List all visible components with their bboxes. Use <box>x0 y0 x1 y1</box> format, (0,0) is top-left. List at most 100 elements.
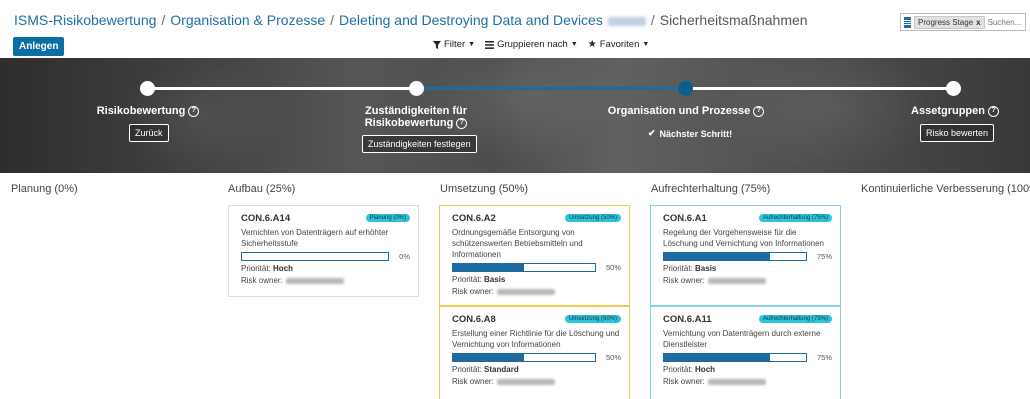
risk-owner: Risk owner: <box>452 287 621 296</box>
help-icon[interactable]: ? <box>753 105 765 117</box>
stage-badge: Umsetzung (50%) <box>564 315 621 323</box>
card-code: CON.6.A1 <box>663 212 707 224</box>
next-step-status: ✔ Nächster Schritt! <box>648 128 732 139</box>
stage-badge: Planung (0%) <box>365 214 410 222</box>
help-icon[interactable]: ? <box>987 105 999 117</box>
priority: Priorität: Basis <box>663 264 832 273</box>
priority-label: Priorität: <box>452 275 482 284</box>
progress-banner: Risikobewertung ? Zurück Zuständigkeiten… <box>0 58 1030 173</box>
progress-bar <box>241 252 390 261</box>
rate-risk-button[interactable]: Risko bewerten <box>920 124 995 142</box>
group-by-label: Gruppieren nach <box>497 39 568 50</box>
owner-label: Risk owner: <box>452 377 494 386</box>
step-dot-1 <box>140 81 155 96</box>
column-title-setup: Aufbau (25%) <box>228 183 296 195</box>
redacted-owner <box>707 378 766 385</box>
priority-label: Priorität: <box>663 365 693 374</box>
risk-owner: Risk owner: <box>663 276 832 285</box>
progress-fill <box>664 253 771 260</box>
breadcrumb-separator: / <box>650 12 655 28</box>
redacted-owner <box>496 288 555 295</box>
progress-row: 75% <box>663 353 832 362</box>
step-title: Assetgruppen <box>911 105 985 117</box>
step-label-risk-assessment: Risikobewertung ? <box>88 105 208 117</box>
card-description: Erstellung einer Richtlinie für die Lösc… <box>452 329 620 349</box>
priority-label: Priorität: <box>241 264 271 273</box>
set-responsibilities-button[interactable]: Zuständigkeiten festlegen <box>362 135 477 153</box>
progress-track-done <box>148 87 416 90</box>
breadcrumb-item-organisation[interactable]: Organisation & Prozesse <box>170 12 325 28</box>
progress-bar <box>663 252 807 261</box>
stage-badge: Umsetzung (50%) <box>564 214 621 222</box>
step-title-line2-wrap: Risikobewertung ? <box>365 117 468 129</box>
progress-bar <box>452 263 596 272</box>
search-box[interactable]: Progress Stage x <box>900 13 1030 31</box>
facet-remove-icon[interactable]: x <box>976 18 980 27</box>
card-code: CON.6.A11 <box>663 313 712 325</box>
filter-label: Filter <box>444 39 466 50</box>
risk-owner: Risk owner: <box>452 377 621 386</box>
progress-track-pending <box>686 87 954 90</box>
priority: Priorität: Hoch <box>241 264 410 273</box>
search-toolbar: Filter ▼ Gruppieren nach ▼ ★ Favoriten ▼ <box>433 39 649 50</box>
progress-fill <box>664 354 771 361</box>
breadcrumb-item-risk-assessment[interactable]: ISMS-Risikobewertung <box>14 12 156 28</box>
filter-icon <box>433 40 441 49</box>
favorites-dropdown[interactable]: ★ Favoriten ▼ <box>588 39 650 50</box>
facet-icon <box>904 16 911 28</box>
priority: Priorität: Basis <box>452 275 621 284</box>
step-dot-3 <box>678 81 693 96</box>
step-label-asset-groups: Assetgruppen ? <box>905 105 1005 117</box>
redacted-text <box>607 16 646 26</box>
priority-value: Hoch <box>273 264 294 273</box>
priority-value: Basis <box>484 275 506 284</box>
progress-percent: 75% <box>816 252 832 261</box>
column-title-maintenance: Aufrechterhaltung (75%) <box>651 183 771 195</box>
progress-row: 50% <box>452 263 621 272</box>
progress-track-active <box>416 87 686 90</box>
step-title-line2: Risikobewertung <box>364 117 454 129</box>
progress-row: 0% <box>241 252 410 261</box>
group-by-dropdown[interactable]: Gruppieren nach ▼ <box>485 39 578 50</box>
progress-percent: 75% <box>816 353 832 362</box>
filter-dropdown[interactable]: Filter ▼ <box>433 39 475 50</box>
kanban-card[interactable]: CON.6.A14 Planung (0%) Vernichten von Da… <box>228 205 419 297</box>
column-title-planning: Planung (0%) <box>11 183 78 195</box>
kanban-card[interactable]: CON.6.A1 Aufrechterhaltung (75%) Regelun… <box>650 205 841 306</box>
create-button[interactable]: Anlegen <box>13 37 65 56</box>
owner-label: Risk owner: <box>241 276 283 285</box>
priority: Priorität: Hoch <box>663 365 832 374</box>
kanban-card[interactable]: CON.6.A8 Umsetzung (50%) Erstellung eine… <box>439 306 630 399</box>
help-icon[interactable]: ? <box>456 117 468 129</box>
breadcrumb-separator: / <box>330 12 335 28</box>
star-icon: ★ <box>587 39 597 50</box>
kanban-card[interactable]: CON.6.A2 Umsetzung (50%) Ordnungsgemäße … <box>439 205 630 306</box>
breadcrumb: ISMS-Risikobewertung / Organisation & Proz… <box>14 12 808 28</box>
card-code: CON.6.A14 <box>241 212 291 224</box>
progress-percent: 0% <box>399 252 410 261</box>
card-description: Regelung der Vorgehensweise für die Lösc… <box>663 228 825 248</box>
kanban-card[interactable]: CON.6.A11 Aufrechterhaltung (75%) Vernic… <box>650 306 841 399</box>
step-title-line1: Zuständigkeiten für <box>364 105 468 117</box>
priority-label: Priorität: <box>663 264 693 273</box>
breadcrumb-item-deleting-data[interactable]: Deleting and Destroying Data and Devices <box>339 12 603 28</box>
back-button[interactable]: Zurück <box>129 124 169 142</box>
search-facet: Progress Stage x <box>914 15 985 29</box>
card-code: CON.6.A8 <box>452 313 496 325</box>
priority: Priorität: Standard <box>452 365 621 374</box>
step-label-organisation: Organisation und Prozesse ? <box>606 105 766 117</box>
progress-percent: 50% <box>605 263 621 272</box>
card-code: CON.6.A2 <box>452 212 496 224</box>
stage-badge: Aufrechterhaltung (75%) <box>758 214 832 222</box>
redacted-owner <box>496 378 555 385</box>
step-dot-4 <box>946 81 961 96</box>
progress-row: 50% <box>452 353 621 362</box>
facet-label: Progress Stage <box>918 17 974 27</box>
priority-value: Standard <box>484 365 519 374</box>
owner-label: Risk owner: <box>663 276 705 285</box>
help-icon[interactable]: ? <box>188 105 200 117</box>
breadcrumb-separator: / <box>161 12 166 28</box>
search-input[interactable] <box>987 17 1030 27</box>
risk-owner: Risk owner: <box>663 377 832 386</box>
step-dot-2 <box>409 81 424 96</box>
